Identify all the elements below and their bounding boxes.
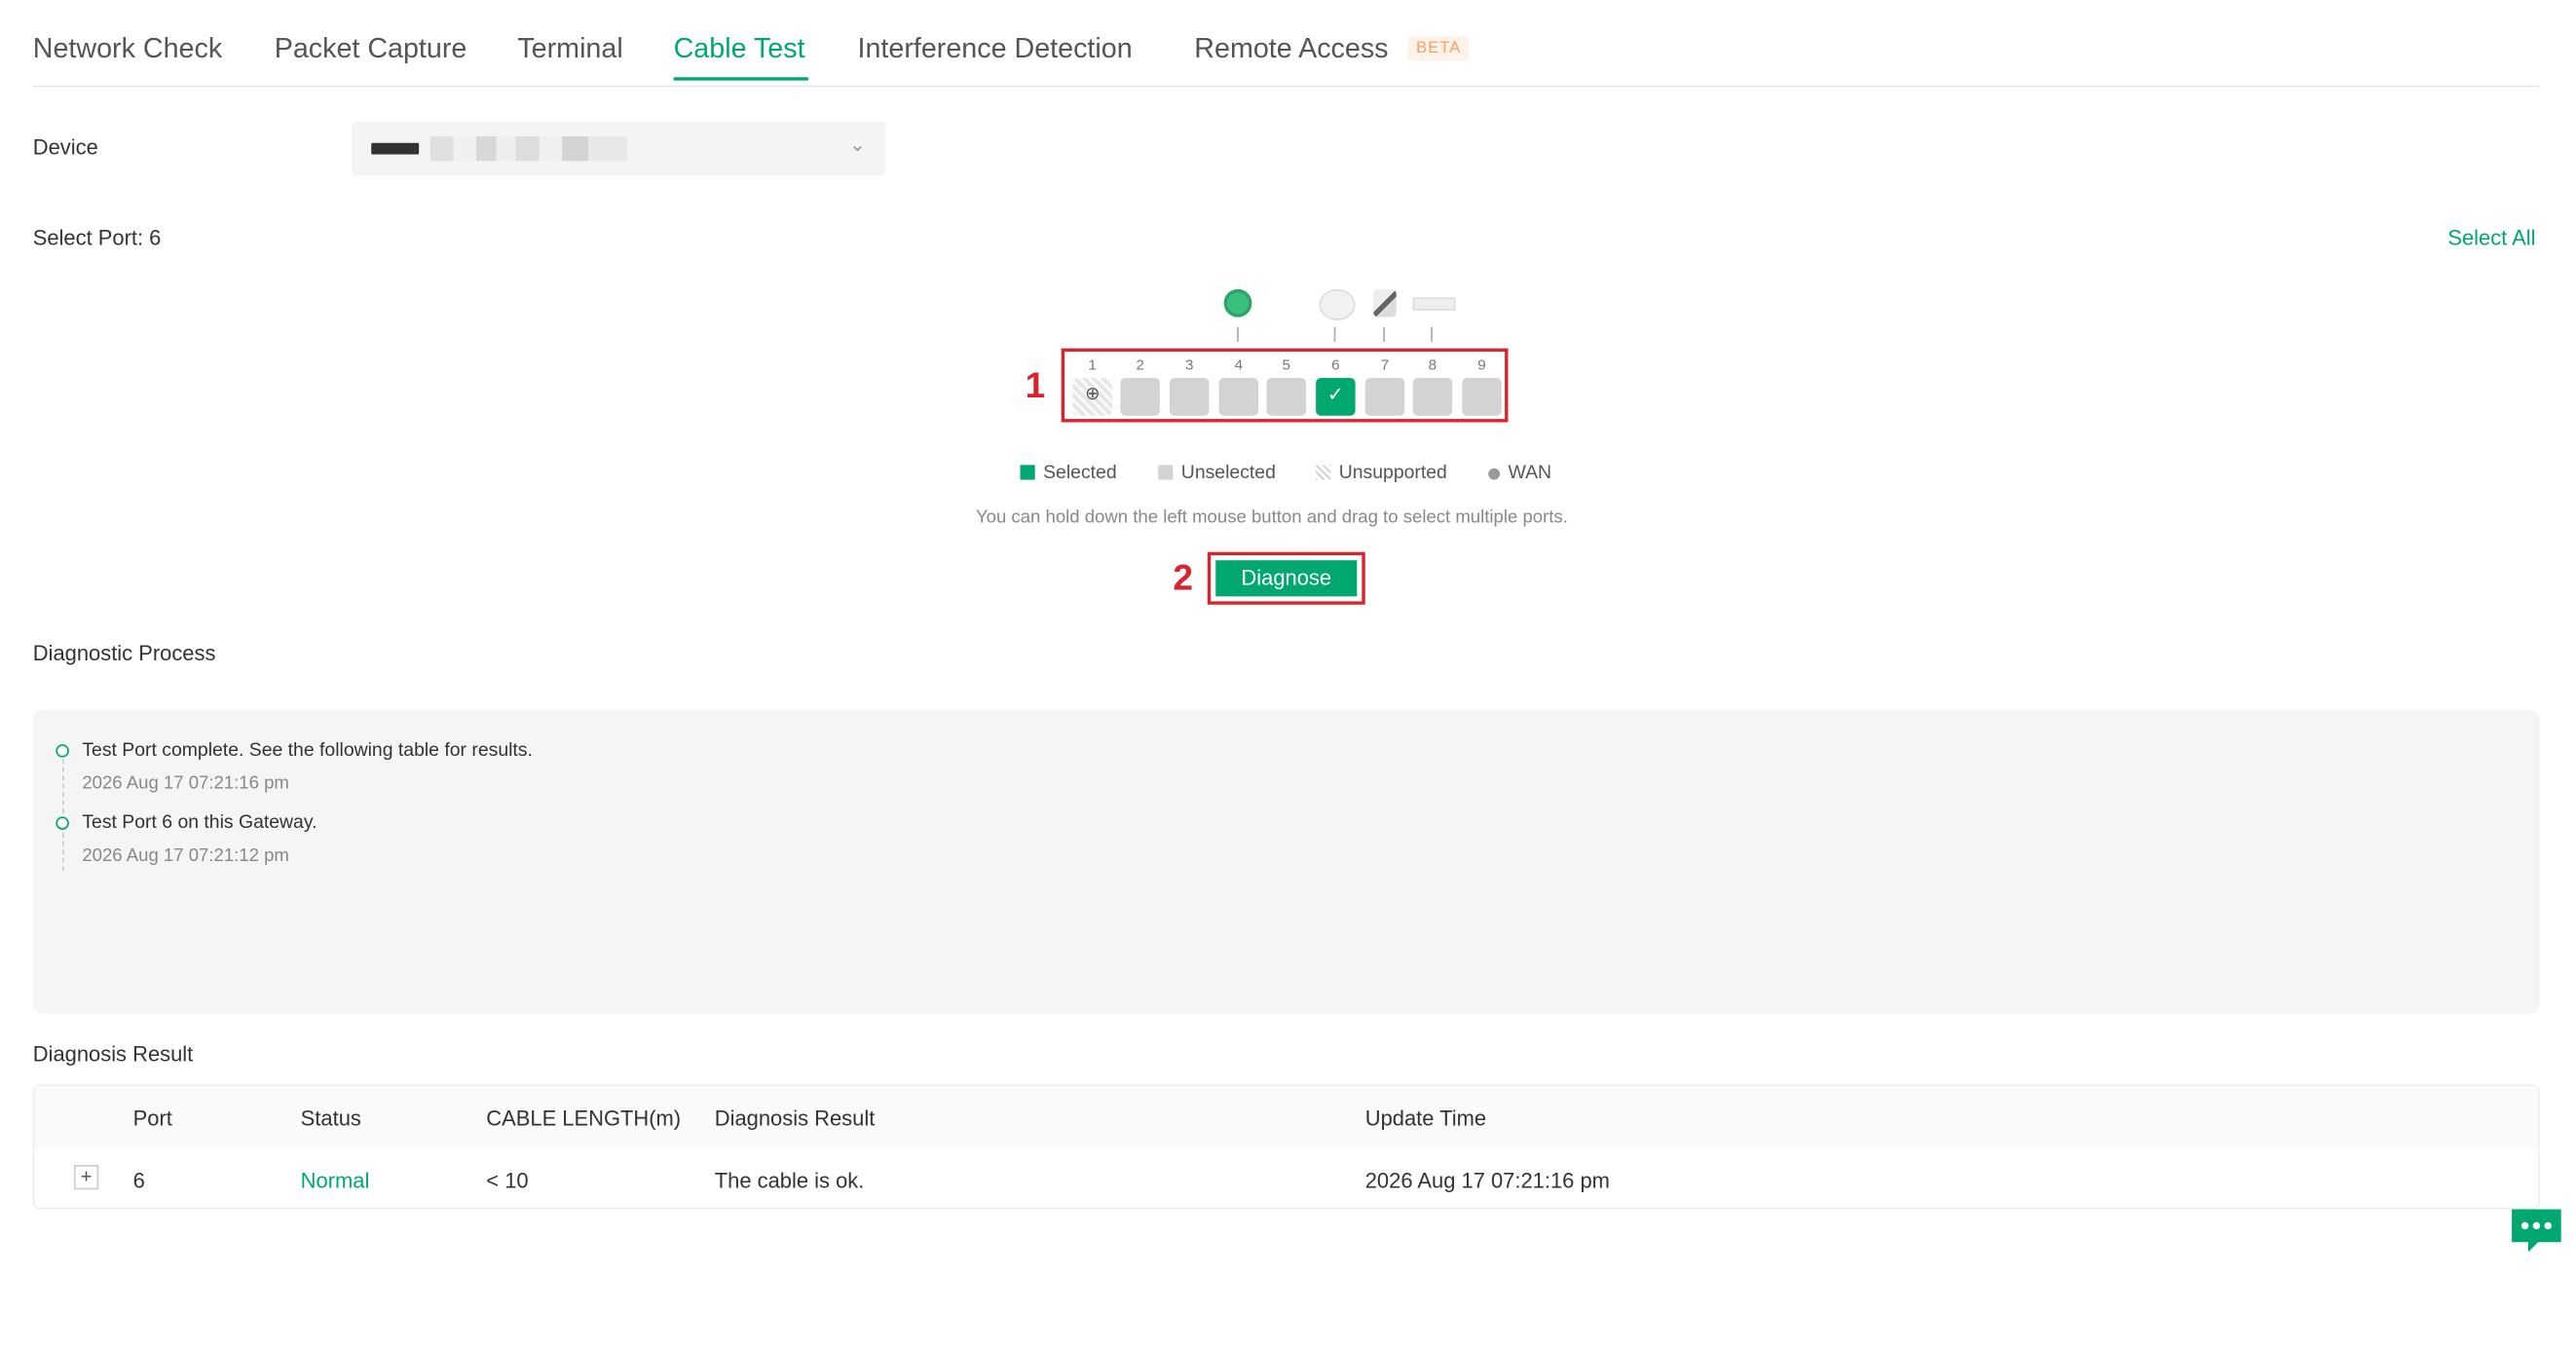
process-step-text: Test Port complete. See the following ta…: [82, 740, 533, 761]
port-number: 9: [1477, 357, 1486, 373]
process-step-time: 2026 Aug 17 07:21:16 pm: [82, 773, 289, 794]
active-tab-indicator: [673, 77, 808, 81]
legend-wan: WAN: [1488, 464, 1551, 483]
timeline-dot-icon: [56, 744, 69, 758]
timeline-line: [62, 759, 65, 872]
legend-unselected: Unselected: [1158, 464, 1276, 483]
unselected-swatch-icon: [1158, 465, 1174, 480]
expand-row-button[interactable]: +: [73, 1164, 99, 1190]
tab-terminal[interactable]: Terminal: [517, 33, 622, 66]
timeline-dot-icon: [56, 816, 69, 830]
device-select[interactable]: ⌄: [351, 121, 886, 176]
port-6-selected[interactable]: ✓: [1316, 377, 1356, 416]
port-5[interactable]: [1266, 377, 1307, 416]
legend-wan-label: WAN: [1508, 463, 1552, 483]
port-number: 8: [1428, 357, 1437, 373]
port-number: 1: [1088, 357, 1097, 373]
cell-cable-length: < 10: [486, 1168, 529, 1193]
port-2[interactable]: [1120, 377, 1160, 416]
port-4[interactable]: [1218, 377, 1259, 416]
chat-support-icon[interactable]: [2509, 1206, 2564, 1256]
table-header: Port Status CABLE LENGTH(m) Diagnosis Re…: [34, 1085, 2539, 1149]
port-9[interactable]: [1462, 377, 1502, 416]
tab-cable-test[interactable]: Cable Test: [674, 33, 805, 66]
wan-dot-icon: [1488, 468, 1501, 480]
process-step-time: 2026 Aug 17 07:21:12 pm: [82, 845, 289, 866]
port-number: 4: [1234, 357, 1244, 373]
link-line: [1431, 326, 1433, 342]
port-number: 6: [1331, 357, 1340, 373]
result-table: Port Status CABLE LENGTH(m) Diagnosis Re…: [32, 1084, 2540, 1210]
unsupported-swatch-icon: [1316, 465, 1331, 480]
tab-packet-capture[interactable]: Packet Capture: [275, 33, 467, 66]
chevron-down-icon: ⌄: [848, 132, 866, 157]
link-line: [1237, 326, 1239, 342]
diagnose-button[interactable]: Diagnose: [1215, 560, 1358, 597]
tab-bar: Network Check Packet Capture Terminal Ca…: [32, 0, 2540, 88]
legend-unsupported: Unsupported: [1316, 464, 1447, 483]
cell-diagnosis: The cable is ok.: [714, 1168, 865, 1193]
access-point-icon: [1319, 288, 1356, 320]
process-step-text: Test Port 6 on this Gateway.: [82, 812, 317, 834]
camera-icon: [1373, 288, 1397, 318]
tab-remote-access[interactable]: Remote Access: [1194, 33, 1388, 66]
cell-update-time: 2026 Aug 17 07:21:16 pm: [1364, 1168, 1610, 1193]
drag-hint-text: You can hold down the left mouse button …: [975, 507, 1568, 528]
header-port: Port: [132, 1106, 172, 1131]
port-number: 5: [1282, 357, 1290, 373]
port-3[interactable]: [1170, 377, 1210, 416]
diagnosis-result-title: Diagnosis Result: [32, 1041, 194, 1067]
beta-badge: BETA: [1407, 36, 1470, 61]
link-line: [1383, 326, 1385, 342]
legend-unselected-label: Unselected: [1180, 463, 1276, 483]
diagnostic-process-title: Diagnostic Process: [32, 640, 216, 666]
device-label: Device: [32, 134, 98, 160]
select-all-link[interactable]: Select All: [2447, 225, 2535, 249]
device-name-redacted: [429, 136, 628, 162]
select-port-label: Select Port: 6: [32, 225, 162, 250]
legend-unsupported-label: Unsupported: [1338, 463, 1447, 483]
checkmark-icon: ✓: [1326, 383, 1344, 406]
port-number: 3: [1184, 357, 1194, 373]
tab-interference-detection[interactable]: Interference Detection: [858, 33, 1133, 66]
port-8[interactable]: [1412, 377, 1453, 416]
port-number: 2: [1136, 357, 1144, 373]
annotation-number-2: 2: [1173, 556, 1194, 598]
legend-selected: Selected: [1020, 463, 1117, 483]
link-line: [1333, 326, 1336, 342]
port-1-wan-unsupported: ⊕: [1072, 377, 1112, 416]
header-cable-length: CABLE LENGTH(m): [486, 1106, 682, 1131]
legend-selected-label: Selected: [1043, 463, 1117, 483]
internet-globe-icon: [1223, 288, 1252, 318]
header-diagnosis-result: Diagnosis Result: [714, 1106, 876, 1131]
port-7[interactable]: [1364, 377, 1405, 416]
gateway-device-icon: [371, 142, 420, 155]
header-status: Status: [300, 1106, 361, 1131]
switch-device-icon: [1412, 297, 1456, 311]
diagnose-highlight-box: Diagnose: [1207, 551, 1365, 605]
header-update-time: Update Time: [1364, 1106, 1487, 1131]
cell-port: 6: [132, 1168, 145, 1193]
wan-globe-icon: ⊕: [1084, 384, 1101, 404]
tab-network-check[interactable]: Network Check: [33, 33, 222, 66]
port-number: 7: [1380, 357, 1390, 373]
annotation-number-1: 1: [1025, 364, 1046, 406]
cell-status: Normal: [300, 1168, 370, 1193]
selected-swatch-icon: [1020, 465, 1035, 480]
